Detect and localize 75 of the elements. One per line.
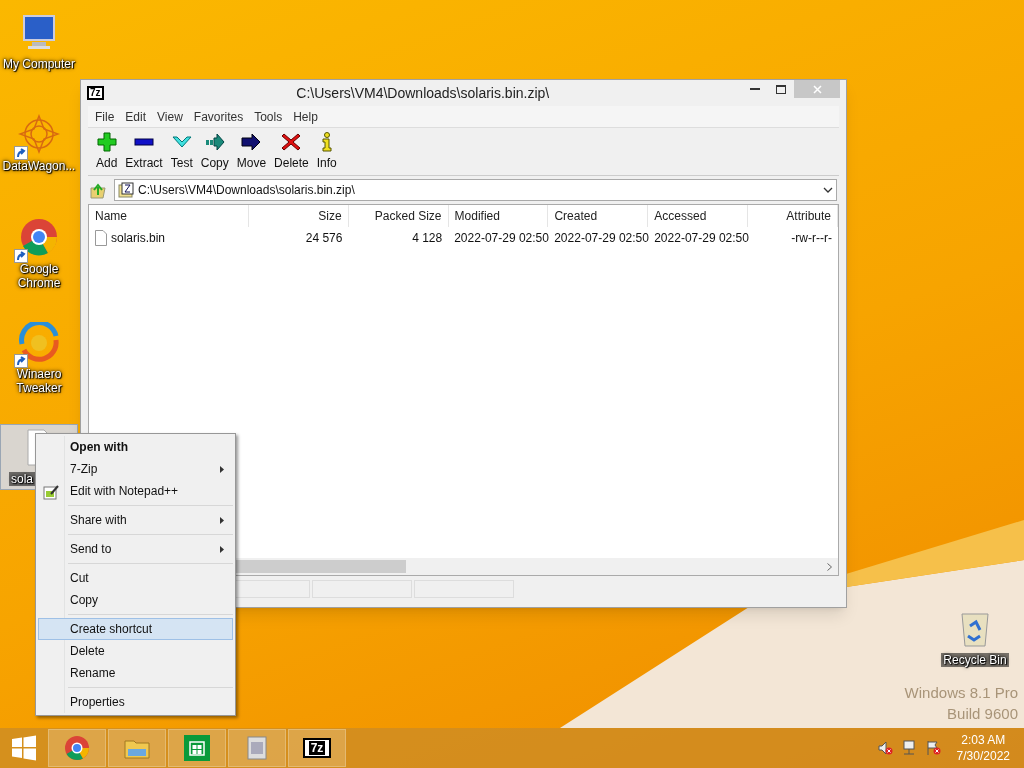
network-icon[interactable]: [900, 740, 917, 756]
dropdown-caret-icon: [823, 187, 833, 193]
column-header[interactable]: Packed Size: [348, 205, 449, 227]
table-cell-text: 2022-07-29 02:50: [453, 230, 549, 247]
chrome-taskbar-button[interactable]: [48, 729, 106, 767]
column-header[interactable]: Modified: [448, 205, 549, 227]
context-menu-item[interactable]: Cut: [38, 567, 233, 589]
context-menu-item[interactable]: 7-Zip: [38, 458, 233, 480]
volume-muted-icon[interactable]: [876, 740, 893, 756]
context-menu-item[interactable]: Rename: [38, 662, 233, 684]
os-watermark-text: Build 9600: [947, 704, 1018, 724]
info-button[interactable]: Info: [312, 129, 341, 174]
shortcut-arrow-icon: [14, 146, 28, 160]
windows-logo-icon: [11, 735, 37, 761]
notepad-icon: [43, 484, 59, 500]
add-button[interactable]: Add: [92, 129, 122, 174]
submenu-arrow-icon: [220, 545, 224, 553]
chrome-icon: [63, 734, 91, 762]
table-cell-text: 2022-07-29 02:50: [553, 230, 649, 247]
context-menu-item[interactable]: Create shortcut: [38, 618, 233, 640]
move-button[interactable]: Move: [232, 129, 271, 174]
column-header[interactable]: Attribute: [748, 205, 838, 227]
table-cell-text: 2022-07-29 02:50: [653, 230, 749, 247]
flag-icon[interactable]: [924, 740, 941, 756]
installer-taskbar-button[interactable]: [228, 729, 286, 767]
copy-icon: [204, 131, 225, 152]
scroll-right-icon[interactable]: [827, 562, 832, 571]
test-button[interactable]: Test: [166, 129, 197, 174]
menu-item[interactable]: File: [90, 107, 120, 126]
close-icon: [812, 84, 822, 94]
app-logo: 7z: [303, 738, 331, 758]
column-header[interactable]: Created: [548, 205, 649, 227]
window-title: C:\Users\VM4\Downloads\solaris.bin.zip\: [295, 83, 551, 103]
context-menu-item[interactable]: Delete: [38, 640, 233, 662]
column-header[interactable]: Accessed: [648, 205, 749, 227]
copy-button[interactable]: Copy: [196, 129, 233, 174]
context-menu-item[interactable]: Share with: [38, 509, 233, 531]
folder-up-icon[interactable]: [90, 181, 108, 199]
context-menu-item[interactable]: Properties: [38, 691, 233, 713]
shortcut-arrow-icon: [14, 354, 28, 368]
context-menu-item[interactable]: Open with: [38, 436, 233, 458]
column-header[interactable]: Size: [248, 205, 349, 227]
add-icon: [96, 131, 117, 152]
extract-button[interactable]: Extract: [121, 129, 167, 174]
table-cell-text: -rw-r--r-: [790, 230, 833, 247]
submenu-arrow-icon: [220, 516, 224, 524]
menu-item[interactable]: Favorites: [188, 107, 249, 126]
submenu-arrow-icon: [220, 465, 224, 473]
app-logo: 7z: [87, 86, 104, 100]
explorer-taskbar-button[interactable]: [108, 729, 166, 767]
shortcut-arrow-icon: [14, 249, 28, 263]
store-icon: [183, 734, 211, 762]
context-menu-item[interactable]: Copy: [38, 589, 233, 611]
menu-item[interactable]: View: [152, 107, 188, 126]
scrollbar-thumb[interactable]: [236, 560, 406, 573]
archive-icon: [118, 182, 134, 198]
maximize-icon: [776, 84, 786, 94]
column-header[interactable]: Name: [89, 205, 249, 227]
minimize-icon: [750, 87, 760, 91]
delete-icon: [281, 131, 302, 152]
table-cell-text: 24 576: [304, 230, 344, 247]
table-cell-text: 4 128: [411, 230, 444, 247]
os-watermark-text: Windows 8.1 Pro: [904, 683, 1018, 703]
context-menu-item[interactable]: Edit with Notepad++: [38, 480, 233, 502]
menu-item[interactable]: Help: [288, 107, 323, 126]
menu-item[interactable]: Tools: [249, 107, 288, 126]
store-taskbar-button[interactable]: [168, 729, 226, 767]
context-menu-item[interactable]: Send to: [38, 538, 233, 560]
address-field[interactable]: C:\Users\VM4\Downloads\solaris.bin.zip\: [114, 179, 837, 201]
menu-item[interactable]: Edit: [120, 107, 152, 126]
table-cell-text: solaris.bin: [111, 230, 166, 247]
file-icon: [95, 230, 107, 246]
delete-button[interactable]: Delete: [270, 129, 313, 174]
move-icon: [241, 131, 262, 152]
sevenzip-taskbar-button[interactable]: 7z: [288, 729, 346, 767]
